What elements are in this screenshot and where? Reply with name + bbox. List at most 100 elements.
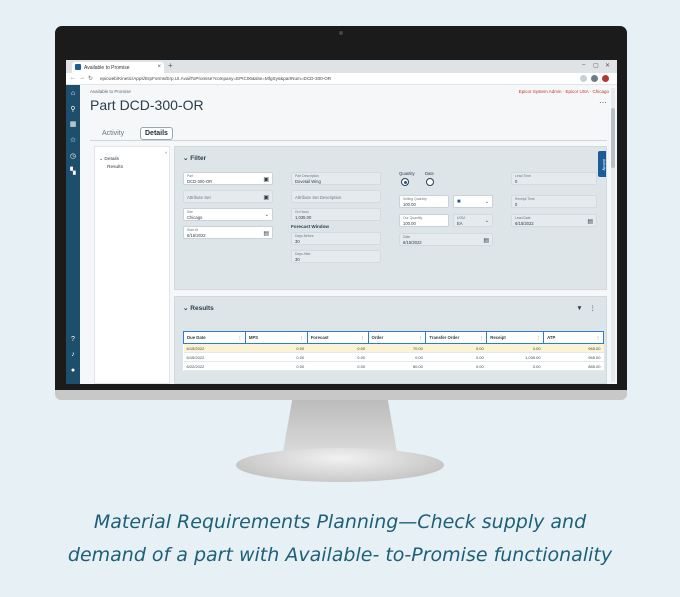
results-title: Results <box>190 305 214 312</box>
filter-header[interactable]: ⌄ Filter <box>183 154 206 162</box>
receipt-header-label: Receipt <box>490 335 506 340</box>
tree-item-details[interactable]: ⌄ Details <box>99 157 119 162</box>
attribute-set-field[interactable]: Attribute Set ▣ <box>183 190 273 203</box>
atp-cell: 965.00 <box>543 343 604 353</box>
date-radio[interactable] <box>426 178 434 186</box>
profile-avatar-icon[interactable] <box>602 75 609 82</box>
column-header-transfer-order[interactable]: Transfer Order ⋮ <box>425 331 488 344</box>
date-value: 6/15/2022 <box>403 239 422 245</box>
page-scrollbar[interactable] <box>611 88 615 382</box>
calendar-icon[interactable]: ▤ <box>587 218 593 225</box>
quantity-radio-label: Quantity <box>399 171 415 176</box>
part-field[interactable]: Part DCD-300-OR ▣ <box>183 172 273 185</box>
order-cell: 80.00 <box>368 361 426 371</box>
atp-cell: 965.00 <box>543 352 604 362</box>
column-menu-icon[interactable]: ⋮ <box>300 335 304 340</box>
monitor-stand-neck <box>283 400 397 452</box>
new-tab-button[interactable]: + <box>168 61 173 70</box>
part-lookup-icon[interactable]: ▣ <box>263 176 269 183</box>
transfer-order-cell: 0.00 <box>425 361 487 371</box>
tree-item-results[interactable]: Results <box>107 165 123 170</box>
tab-details[interactable]: Details <box>140 127 173 140</box>
results-header[interactable]: ⌄ Results <box>183 304 214 312</box>
history-icon[interactable]: ◷ <box>66 153 80 161</box>
selling-quantity-field[interactable]: Selling Quantity 100.00 <box>399 195 449 208</box>
attribute-set-placeholder: Attribute Set <box>187 195 211 200</box>
column-header-mps[interactable]: MPS ⋮ <box>244 331 308 344</box>
date-field[interactable]: Date 6/15/2022 ▤ <box>399 233 493 246</box>
mps-header-label: MPS <box>248 335 259 340</box>
column-header-order[interactable]: Order ⋮ <box>367 331 427 344</box>
start-at-date-field[interactable]: Start At 6/15/2022 ▤ <box>183 226 273 239</box>
on-hand-label: On Hand <box>295 210 309 214</box>
dashboard-icon[interactable]: ▚ <box>66 168 80 176</box>
camera-dot <box>339 31 343 35</box>
forecast-cell: 0.00 <box>307 361 369 371</box>
date-radio-label: Date <box>425 171 434 176</box>
tab-divider <box>90 140 607 141</box>
bookmark-icon[interactable] <box>591 75 598 82</box>
column-header-receipt[interactable]: Receipt ⋮ <box>486 331 545 344</box>
column-header-atp[interactable]: ATP ⋮ <box>543 331 604 344</box>
forward-arrow-icon[interactable]: → <box>79 75 85 81</box>
app-favicon-icon <box>75 64 81 70</box>
calendar-icon[interactable]: ▤ <box>263 230 269 237</box>
collapse-panel-icon[interactable]: « <box>165 150 168 155</box>
kebab-menu-icon[interactable]: ⋮ <box>590 305 597 312</box>
close-tab-icon[interactable]: × <box>157 64 161 70</box>
column-menu-icon[interactable]: ⋮ <box>536 335 540 340</box>
home-icon[interactable]: ⌂ <box>66 90 80 98</box>
site-dropdown[interactable]: Site Chicago ⌄ <box>183 208 273 221</box>
lead-date-field[interactable]: Lead Date 6/15/2022 ▤ <box>511 214 597 227</box>
our-quantity-field[interactable]: Our Quantity 100.00 <box>399 214 449 227</box>
maximize-window-button[interactable]: ▢ <box>593 62 599 69</box>
scrollbar-thumb[interactable] <box>611 108 615 168</box>
close-window-button[interactable]: ✕ <box>605 62 610 69</box>
activity-side-button[interactable]: Activity <box>598 151 606 177</box>
breadcrumb[interactable]: Available to Promise <box>90 89 131 94</box>
search-icon[interactable]: ⚲ <box>66 106 80 114</box>
days-before-field[interactable]: Days Before 30 <box>291 232 381 245</box>
address-bar[interactable]: epicweb/Kinetic/Apps/ErpForms/Erp.UI.Ava… <box>100 75 570 83</box>
help-icon[interactable]: ? <box>66 336 80 344</box>
column-menu-icon[interactable]: ⋮ <box>238 335 242 340</box>
column-header-forecast[interactable]: Forecast ⋮ <box>306 331 369 344</box>
browser-tab[interactable]: Available to Promise × <box>72 62 164 73</box>
minimize-window-button[interactable]: – <box>582 62 585 68</box>
user-account-icon[interactable]: ● <box>66 367 80 375</box>
uom-dropdown[interactable]: UOM EA ⌄ <box>453 214 493 227</box>
table-row[interactable]: 6/15/2022 0.00 0.00 70.00 0.00 0.00 965.… <box>183 343 604 353</box>
order-cell: 0.00 <box>368 352 426 362</box>
quantity-radio[interactable] <box>401 178 409 186</box>
back-arrow-icon[interactable]: ← <box>70 75 76 81</box>
tab-activity[interactable]: Activity <box>102 130 124 137</box>
browser-tab-bar: Available to Promise × + – ▢ ✕ <box>66 60 617 73</box>
mps-cell: 0.00 <box>245 343 308 353</box>
part-description-label: Part Description <box>295 174 320 178</box>
filter-funnel-icon[interactable]: ▼ <box>576 305 582 312</box>
user-context-links[interactable]: Epicor System Admin · Epicor USA · Chica… <box>519 89 609 94</box>
column-header-due-date[interactable]: Due Date ⋮ <box>183 331 246 344</box>
column-menu-icon[interactable]: ⋮ <box>596 335 600 340</box>
part-description-field: Part Description Dovetail Wing <box>291 172 381 185</box>
extension-icon[interactable] <box>580 75 587 82</box>
reload-icon[interactable]: ↻ <box>88 75 93 82</box>
column-menu-icon[interactable]: ⋮ <box>361 335 365 340</box>
selling-quantity-value: 100.00 <box>403 201 416 207</box>
days-before-label: Days Before <box>295 234 314 238</box>
column-menu-icon[interactable]: ⋮ <box>418 335 422 340</box>
lead-date-label: Lead Date <box>515 216 531 220</box>
column-menu-icon[interactable]: ⋮ <box>479 335 483 340</box>
grid-icon[interactable]: ▦ <box>66 121 80 129</box>
attribute-set-lookup-icon[interactable]: ▣ <box>263 194 269 201</box>
notification-bell-icon[interactable]: ♪ <box>66 351 80 359</box>
days-after-field[interactable]: Days After 30 <box>291 250 381 263</box>
selling-uom-dropdown[interactable]: ■ ⌄ <box>453 195 493 208</box>
days-after-label: Days After <box>295 252 311 256</box>
monitor-chin <box>55 390 627 400</box>
calendar-icon[interactable]: ▤ <box>483 237 489 244</box>
more-options-icon[interactable]: ⋯ <box>599 98 607 107</box>
table-row[interactable]: 6/15/2022 0.00 0.00 0.00 0.00 1,035.00 9… <box>183 352 604 362</box>
table-row[interactable]: 6/22/2022 0.00 0.00 80.00 0.00 0.00 885.… <box>183 361 604 371</box>
favorites-star-icon[interactable]: ☆ <box>66 137 80 145</box>
